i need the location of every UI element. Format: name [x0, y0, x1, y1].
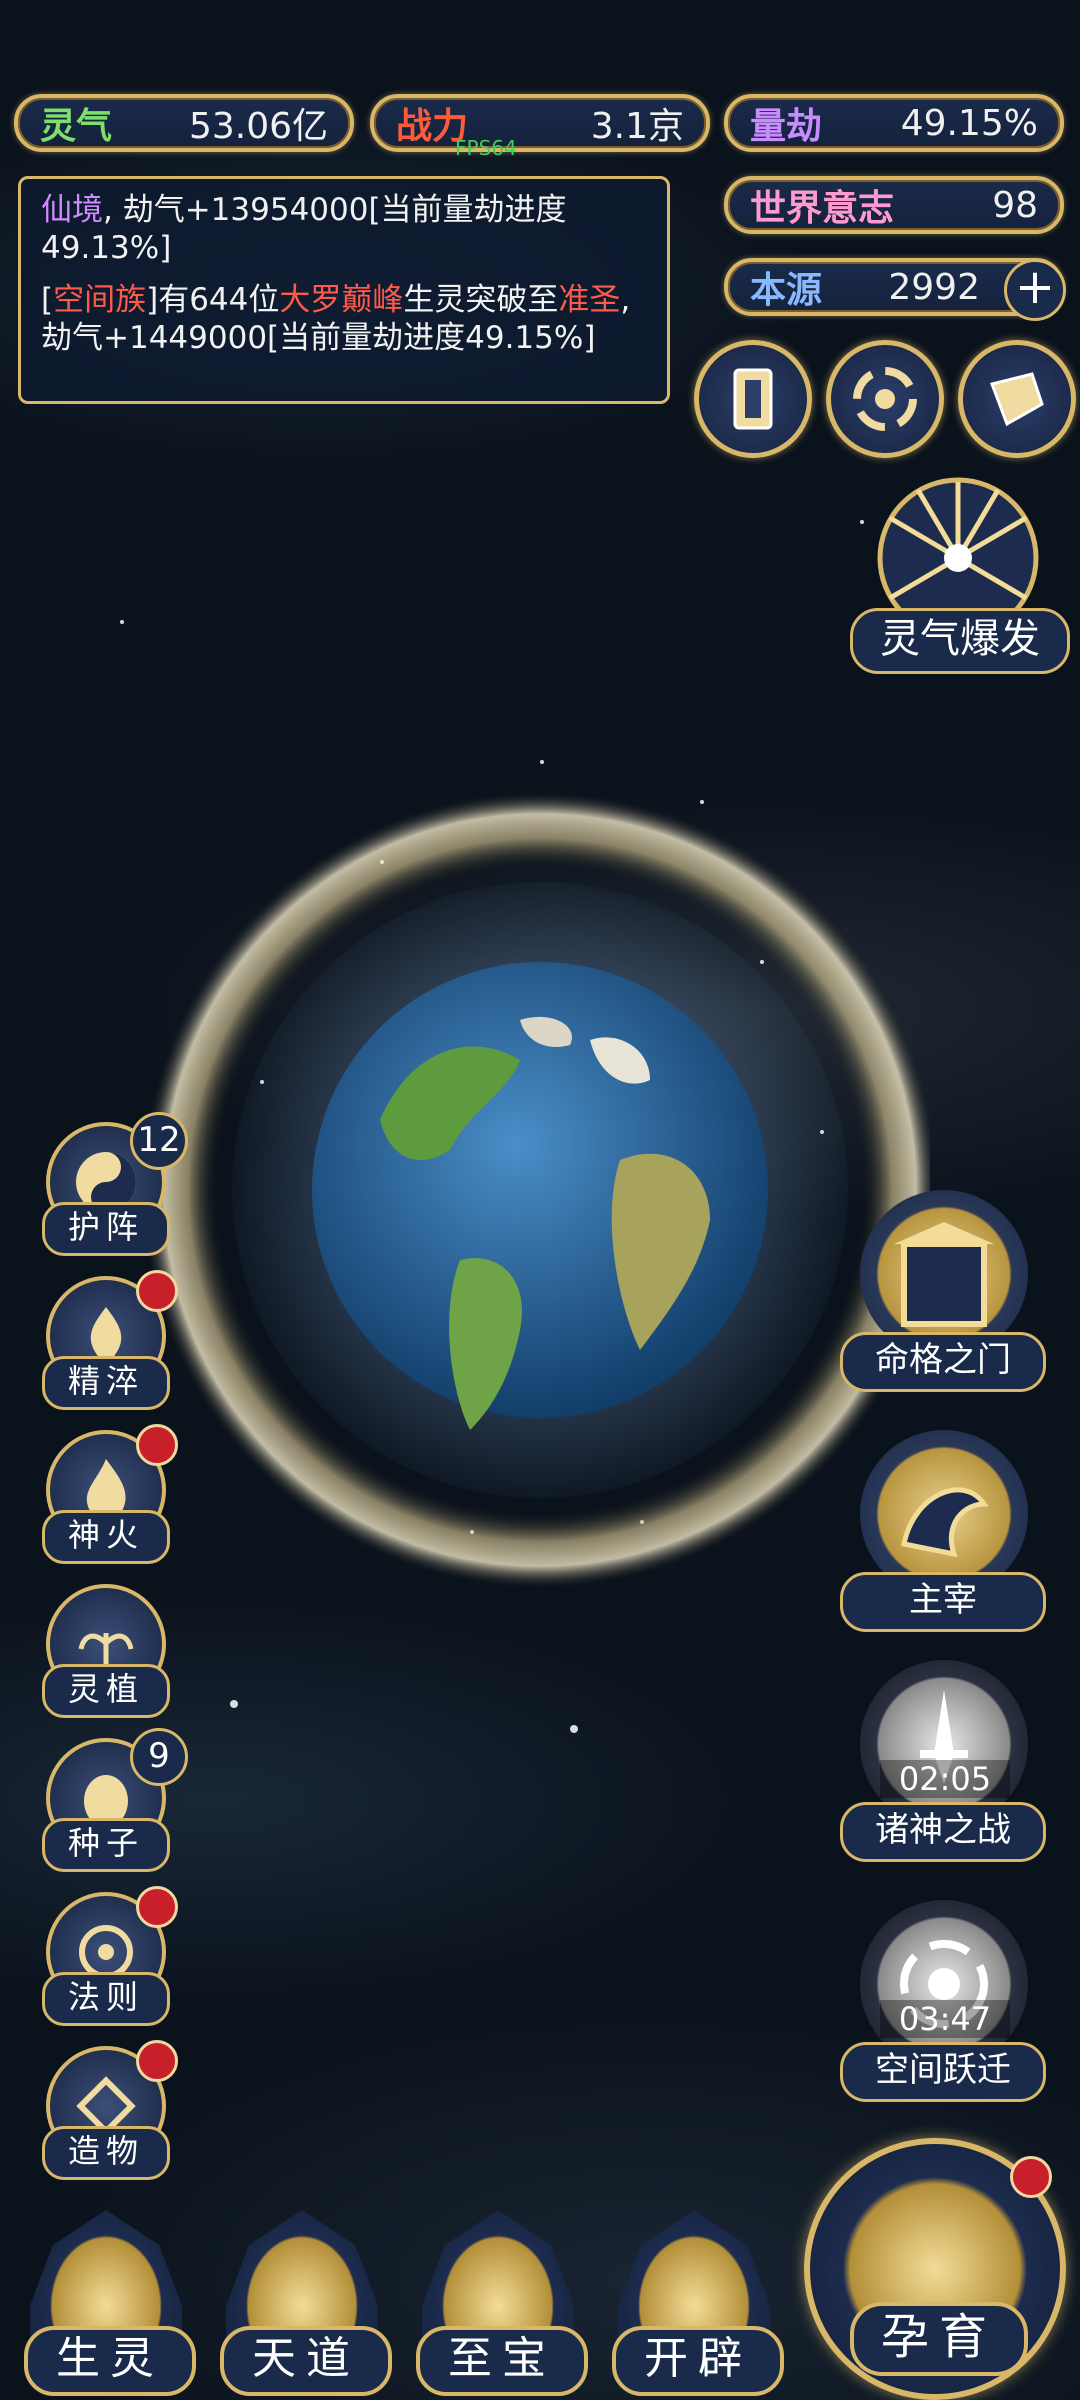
lingqi-value: 53.06亿	[188, 106, 328, 147]
kongjian-countdown: 03:47	[880, 2000, 1010, 2038]
menu-zhuzai-label: 主宰	[840, 1572, 1046, 1632]
lingqi-burst-label: 灵气爆发	[850, 608, 1070, 674]
fps-counter: FPS64	[455, 136, 517, 160]
menu-faze[interactable]: 法则	[38, 1886, 178, 2026]
gate-icon	[894, 1222, 994, 1327]
card-button[interactable]	[694, 340, 812, 458]
benyuan-stat[interactable]: 本源 2992 +	[724, 258, 1066, 321]
zhushen-countdown: 02:05	[880, 1760, 1010, 1798]
lingqi-stat[interactable]: 灵气 53.06亿	[14, 94, 354, 152]
vortex-icon	[853, 367, 917, 431]
event-log: 仙境, 劫气+13954000[当前量劫进度49.13%] [空间族]有644位…	[18, 176, 670, 404]
menu-zhibao[interactable]: 至宝	[410, 2210, 588, 2400]
menu-huzhen-label: 护阵	[42, 1202, 170, 1256]
log-realm: 仙境	[41, 192, 103, 228]
liangjie-label: 量劫	[750, 105, 823, 147]
menu-tiandao[interactable]: 天道	[214, 2210, 392, 2400]
menu-faze-label: 法则	[42, 1972, 170, 2026]
lingqi-label: 灵气	[40, 105, 113, 147]
card-icon	[733, 368, 773, 430]
menu-zhongzi[interactable]: 种子 9	[38, 1728, 188, 1872]
shijie-yizhi-stat[interactable]: 世界意志 98	[724, 176, 1064, 234]
scroll-icon	[990, 372, 1044, 427]
vortex-button[interactable]	[826, 340, 944, 458]
menu-zhushen-zhizhan[interactable]: 02:05 诸神之战	[840, 1660, 1046, 1870]
zaowu-notification-dot	[136, 2040, 178, 2082]
menu-zhongzi-label: 种子	[42, 1818, 170, 1872]
menu-kongjian-label: 空间跃迁	[840, 2042, 1046, 2102]
menu-tiandao-label: 天道	[220, 2326, 392, 2396]
menu-kongjian-yueqian[interactable]: 03:47 空间跃迁	[840, 1900, 1046, 2110]
menu-shenhuo-label: 神火	[42, 1510, 170, 1564]
log-text: , 劫气+13954000[当前量劫进度49.13%]	[41, 192, 567, 266]
menu-kaipi[interactable]: 开辟	[606, 2210, 784, 2400]
shijie-yizhi-label: 世界意志	[750, 187, 895, 229]
shijie-yizhi-value: 98	[992, 184, 1038, 226]
menu-jingcui-label: 精淬	[42, 1356, 170, 1410]
liangjie-stat[interactable]: 量劫 49.15%	[724, 94, 1064, 152]
jingcui-notification-dot	[136, 1270, 178, 1312]
log-text: 生灵突破至	[403, 282, 559, 318]
zhanli-stat[interactable]: 战力 3.1京	[370, 94, 710, 152]
log-target: 准圣	[558, 282, 621, 318]
menu-zhushen-label: 诸神之战	[840, 1802, 1046, 1862]
yunyu-label: 孕育	[850, 2302, 1028, 2376]
menu-shenhuo[interactable]: 神火	[38, 1424, 178, 1564]
liangjie-value: 49.15%	[900, 102, 1038, 144]
menu-mingge-zhimen[interactable]: 命格之门	[840, 1190, 1046, 1400]
zhanli-value: 3.1京	[590, 106, 684, 147]
planet-world[interactable]	[140, 790, 940, 1590]
add-benyuan-button[interactable]: +	[1004, 259, 1066, 321]
menu-jingcui[interactable]: 精淬	[38, 1270, 178, 1410]
shenhuo-notification-dot	[136, 1424, 178, 1466]
menu-shengling-label: 生灵	[24, 2326, 196, 2396]
menu-kaipi-label: 开辟	[612, 2326, 784, 2396]
menu-lingzhi-label: 灵植	[42, 1664, 170, 1718]
benyuan-label: 本源	[750, 269, 823, 311]
menu-zhuzai[interactable]: 主宰	[840, 1430, 1046, 1640]
menu-zhibao-label: 至宝	[416, 2326, 588, 2396]
menu-lingzhi[interactable]: 灵植	[38, 1584, 170, 1718]
huzhen-count-badge: 12	[130, 1112, 188, 1170]
planet-graphic	[140, 790, 940, 1590]
menu-zaowu[interactable]: 造物	[38, 2040, 178, 2180]
lingqi-burst-button[interactable]: 灵气爆发	[850, 468, 1070, 674]
menu-zaowu-label: 造物	[42, 2126, 170, 2180]
log-text: ]有644位	[146, 282, 280, 318]
menu-shengling[interactable]: 生灵	[18, 2210, 196, 2400]
scroll-button[interactable]	[958, 340, 1076, 458]
menu-mingge-label: 命格之门	[840, 1332, 1046, 1392]
menu-huzhen[interactable]: 护阵 12	[38, 1112, 188, 1256]
benyuan-value: 2992	[888, 266, 980, 308]
yunyu-button[interactable]: 孕育	[804, 2138, 1066, 2400]
faze-notification-dot	[136, 1886, 178, 1928]
log-entry: 仙境, 劫气+13954000[当前量劫进度49.13%]	[41, 191, 647, 267]
log-entry: [空间族]有644位大罗巅峰生灵突破至准圣, 劫气+1449000[当前量劫进度…	[41, 281, 647, 357]
log-clan: 空间族	[53, 282, 147, 318]
yunyu-notification-dot	[1010, 2156, 1052, 2198]
dragon-icon	[901, 1487, 989, 1558]
log-rank: 大罗巅峰	[279, 282, 404, 318]
zhongzi-count-badge: 9	[130, 1728, 188, 1786]
log-text: [	[41, 282, 54, 318]
